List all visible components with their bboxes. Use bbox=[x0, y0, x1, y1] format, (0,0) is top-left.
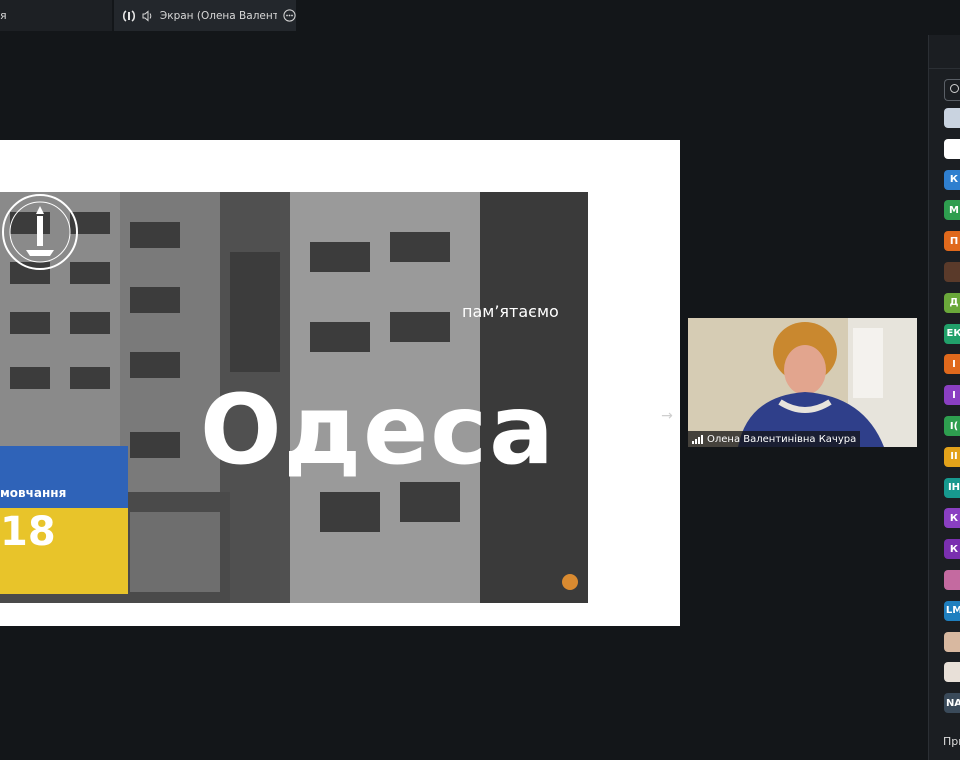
participant-avatar[interactable]: ЕК bbox=[944, 323, 960, 344]
participant-search-input[interactable] bbox=[944, 79, 960, 101]
participant-avatar[interactable]: І bbox=[944, 385, 960, 406]
participants-panel: КМПДЕКІІІ(ІІІНККLMNA При bbox=[928, 35, 960, 760]
participant-avatar[interactable] bbox=[944, 662, 960, 683]
participant-avatar[interactable]: LM bbox=[944, 600, 960, 621]
participant-avatar[interactable]: Д bbox=[944, 292, 960, 313]
panel-footer-label[interactable]: При bbox=[943, 735, 960, 748]
participant-avatar[interactable] bbox=[944, 570, 960, 590]
more-options-icon[interactable] bbox=[282, 9, 296, 23]
tab-previous[interactable]: я bbox=[0, 0, 112, 31]
participant-avatar[interactable] bbox=[944, 108, 960, 128]
shared-screen-slide: пам’ятаємо Одеса мовчання 18 bbox=[0, 140, 680, 626]
arrow-right-icon[interactable]: → bbox=[659, 408, 675, 424]
participant-avatar[interactable]: П bbox=[944, 231, 960, 252]
participant-avatar[interactable] bbox=[944, 262, 960, 282]
flag-caption: мовчання bbox=[0, 486, 67, 500]
ukraine-flag-banner: мовчання 18 bbox=[0, 446, 128, 594]
remember-caption: пам’ятаємо bbox=[462, 302, 559, 321]
participant-avatar[interactable]: І( bbox=[944, 416, 960, 436]
participant-avatar[interactable] bbox=[944, 631, 960, 652]
participant-avatar[interactable]: NA bbox=[944, 693, 960, 714]
search-icon bbox=[950, 84, 959, 93]
emblem-seal-icon bbox=[2, 194, 78, 270]
participant-avatar[interactable]: М bbox=[944, 200, 960, 221]
signal-strength-icon bbox=[692, 434, 703, 444]
panel-header bbox=[929, 35, 960, 69]
participant-avatar[interactable]: І bbox=[944, 354, 960, 375]
participant-avatar[interactable]: ІН bbox=[944, 477, 960, 498]
tab-screen-share-label: Экран (Олена Валентинівна bbox=[159, 9, 278, 22]
speaker-video-frame bbox=[688, 318, 917, 447]
participant-avatar[interactable]: К bbox=[944, 169, 960, 190]
speaker-icon[interactable] bbox=[141, 9, 155, 23]
speaker-name-label: Олена Валентинівна Качура bbox=[688, 431, 861, 447]
slide-photo: пам’ятаємо Одеса мовчання 18 bbox=[0, 192, 588, 603]
tab-screen-share[interactable]: Экран (Олена Валентинівна bbox=[114, 0, 296, 31]
participant-avatar[interactable] bbox=[944, 138, 960, 159]
meeting-window: я Экран (Олена Валентинівна bbox=[0, 0, 960, 760]
city-title: Одеса bbox=[200, 374, 556, 486]
screen-share-icon bbox=[122, 9, 136, 23]
participant-avatar[interactable]: К bbox=[944, 508, 960, 529]
flag-number: 18 bbox=[0, 509, 56, 555]
speaker-name: Олена Валентинівна Качура bbox=[707, 433, 857, 445]
speaker-video-tile[interactable]: Олена Валентинівна Качура bbox=[688, 318, 917, 447]
participant-avatar[interactable]: К bbox=[944, 539, 960, 560]
participant-avatar[interactable]: ІІ bbox=[944, 446, 960, 467]
tab-bar: я Экран (Олена Валентинівна bbox=[0, 0, 960, 32]
tab-previous-label: я bbox=[0, 9, 7, 22]
